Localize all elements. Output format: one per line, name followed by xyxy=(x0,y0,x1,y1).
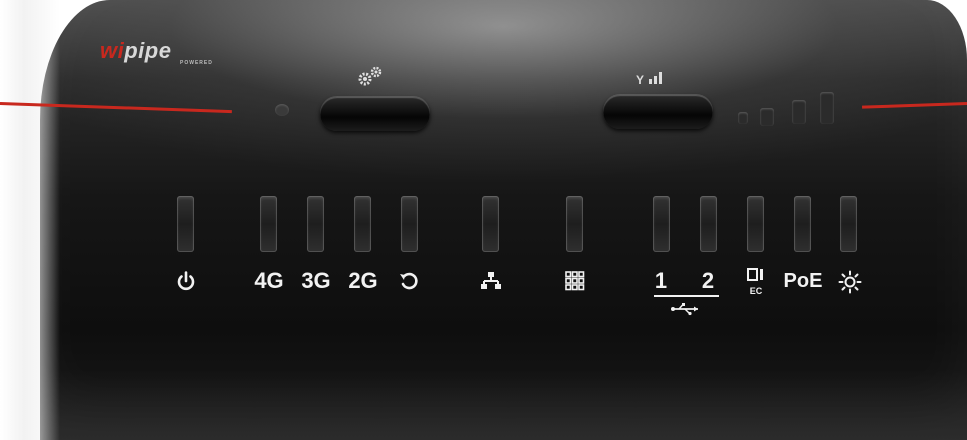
signal-strength-bar-4 xyxy=(820,92,834,124)
label-3g: 3G xyxy=(301,268,331,293)
refresh-icon xyxy=(398,270,420,297)
label-4g: 4G xyxy=(254,268,284,293)
signal-icon: Y xyxy=(636,70,666,89)
sun-icon xyxy=(838,270,862,299)
led-3g xyxy=(307,196,324,252)
usb-group-line xyxy=(654,295,719,297)
signal-strength-bar-3 xyxy=(792,100,806,124)
grid-icon xyxy=(564,270,586,297)
label-usb2: 2 xyxy=(701,268,715,293)
network-icon xyxy=(480,270,502,297)
label-usb1: 1 xyxy=(654,268,668,293)
led-poe xyxy=(794,196,811,252)
led-light xyxy=(840,196,857,252)
signal-strength-bar-2 xyxy=(760,108,774,126)
led-sim xyxy=(747,196,764,252)
power-icon xyxy=(175,270,197,297)
label-poe: PoE xyxy=(783,270,823,292)
led-usb1 xyxy=(653,196,670,252)
led-4g xyxy=(260,196,277,252)
signal-strength-bar-1 xyxy=(738,112,748,124)
led-2g xyxy=(354,196,371,252)
led-power xyxy=(177,196,194,252)
led-usb2 xyxy=(700,196,717,252)
led-grid xyxy=(566,196,583,252)
led-reset xyxy=(401,196,418,252)
signal-button[interactable] xyxy=(603,95,713,129)
usb-icon xyxy=(670,302,702,321)
gear-icon xyxy=(355,65,385,92)
status-indicator xyxy=(275,104,289,116)
label-2g: 2G xyxy=(348,268,378,293)
background-edge xyxy=(0,0,60,440)
brand-logo: wipipe POWERED xyxy=(100,38,213,66)
wps-config-button[interactable] xyxy=(320,97,430,131)
label-ec: EC xyxy=(749,286,763,296)
led-network xyxy=(482,196,499,252)
